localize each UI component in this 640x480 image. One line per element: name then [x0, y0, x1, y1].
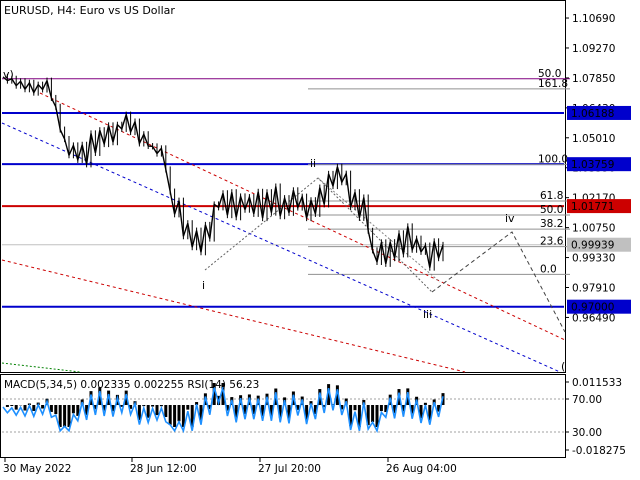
price-level-label: 1.06188 — [571, 108, 614, 120]
macd-name: MACD(5,34,5) — [4, 379, 77, 391]
rsi-label: RSI(14) 56.23 — [187, 379, 259, 391]
ind-tick-label: 30.00 — [572, 427, 602, 439]
fibo-level-label: 23.6 — [540, 236, 564, 248]
y-tick-label: 1.09270 — [572, 43, 615, 55]
price-level-label: 0.99939 — [571, 240, 614, 252]
indicator-header: MACD(5,34,5) 0.002335 0.002255 RSI(14) 5… — [4, 379, 259, 391]
price-chart[interactable]: 161.8100.050.061.850.038.223.60.0 1.1069… — [0, 0, 640, 480]
symbol-label: EURUSD — [4, 4, 50, 17]
wave-label: i — [202, 279, 205, 292]
wave-label: iii — [423, 308, 432, 321]
y-tick-label: 0.99330 — [572, 253, 615, 265]
y-tick-label: 1.07850 — [572, 73, 615, 85]
ind-tick-label: 70.00 — [572, 394, 602, 406]
fibo-level-label: 38.2 — [540, 218, 563, 230]
symbol-description: Euro vs US Dollar — [80, 4, 176, 17]
fibo-level-label: 50.0 — [538, 68, 561, 80]
wave-label: v) — [3, 68, 14, 81]
y-tick-label: 0.96490 — [572, 312, 615, 324]
x-tick-label: 26 Aug 04:00 — [386, 463, 457, 475]
x-tick-label: 27 Jul 20:00 — [258, 463, 321, 475]
fibo-level-label: 50.0 — [540, 204, 563, 216]
wave-label: ( — [561, 360, 565, 373]
chart-header: EURUSD, H4: Euro vs US Dollar — [4, 4, 175, 17]
main-pane-frame — [0, 0, 566, 373]
wave-label: iv — [505, 212, 515, 225]
y-tick-label: 1.10690 — [572, 13, 615, 25]
timeframe-label: H4: — [57, 4, 76, 17]
ind-tick-label: 0.011533 — [572, 377, 622, 389]
price-level-label: 1.01771 — [571, 201, 614, 213]
x-tick-label: 28 Jun 12:00 — [130, 463, 197, 475]
time-axis: 30 May 2022 28 Jun 12:00 27 Jul 20:00 26 Au… — [3, 458, 457, 475]
price-level-label: 1.03759 — [571, 159, 614, 171]
fibo-level-label: 100.0 — [538, 153, 568, 165]
wave-label: ii — [310, 157, 316, 170]
ind-tick-label: -0.018275 — [572, 445, 626, 457]
fibo-level-label: 0.0 — [540, 263, 557, 275]
y-tick-label: 1.00750 — [572, 223, 615, 235]
x-tick-label: 30 May 2022 — [3, 463, 71, 475]
fibo-level-label: 61.8 — [540, 190, 563, 202]
macd-values: 0.002335 0.002255 — [80, 379, 184, 391]
y-tick-label: 0.97910 — [572, 283, 615, 295]
y-tick-label: 1.05010 — [572, 133, 615, 145]
price-level-label: 0.97000 — [571, 302, 614, 314]
